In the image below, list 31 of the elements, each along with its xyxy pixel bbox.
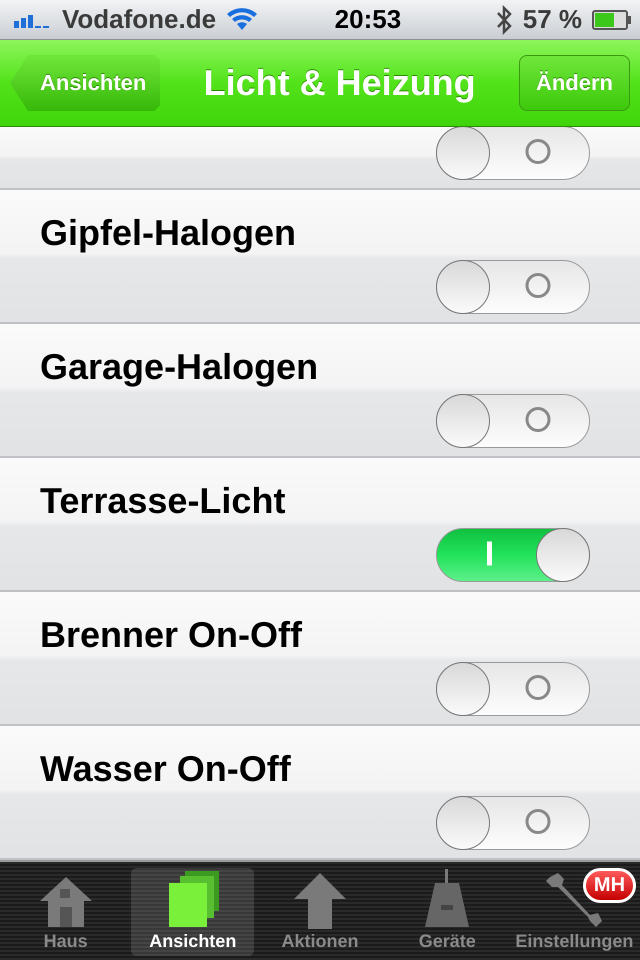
- toggle-switch[interactable]: [436, 662, 590, 716]
- bluetooth-icon: [494, 4, 513, 34]
- up-arrow-icon: [292, 871, 348, 929]
- tab-bar-item[interactable]: Ansichten: [131, 868, 254, 956]
- off-mark-icon: [525, 272, 551, 298]
- row-label: Garage-Halogen: [40, 346, 320, 388]
- row-label: Brenner On-Off: [40, 614, 304, 656]
- row-label: Gipfel-Halogen: [40, 212, 298, 254]
- row-label: Wasser On-Off: [40, 748, 292, 790]
- wifi-icon: [226, 8, 258, 32]
- row-label: Terrasse-Licht: [40, 480, 286, 522]
- tab-bar-item[interactable]: Geräte: [386, 868, 509, 956]
- toggle-switch[interactable]: [436, 127, 590, 180]
- off-mark-icon: [525, 808, 551, 834]
- toggle-switch[interactable]: [436, 260, 590, 314]
- tab-bar-item[interactable]: Aktionen: [258, 868, 382, 956]
- tab-bar-item[interactable]: Haus: [4, 868, 128, 956]
- carrier-name: Vodafone.de: [62, 4, 216, 35]
- battery-icon: [592, 10, 632, 30]
- notification-badge: MH: [582, 868, 636, 903]
- toggle-switch[interactable]: [436, 528, 590, 582]
- toggle-switch[interactable]: [436, 796, 590, 850]
- toggle-switch[interactable]: [436, 394, 590, 448]
- router-icon: [423, 869, 472, 929]
- on-mark-icon: [487, 542, 492, 566]
- screen-title: Licht & Heizung: [204, 62, 476, 104]
- battery-percent: 57 %: [522, 4, 582, 35]
- off-mark-icon: [525, 674, 551, 700]
- clock: 20:53: [334, 4, 402, 35]
- off-mark-icon: [525, 406, 551, 432]
- off-mark-icon: [525, 138, 551, 164]
